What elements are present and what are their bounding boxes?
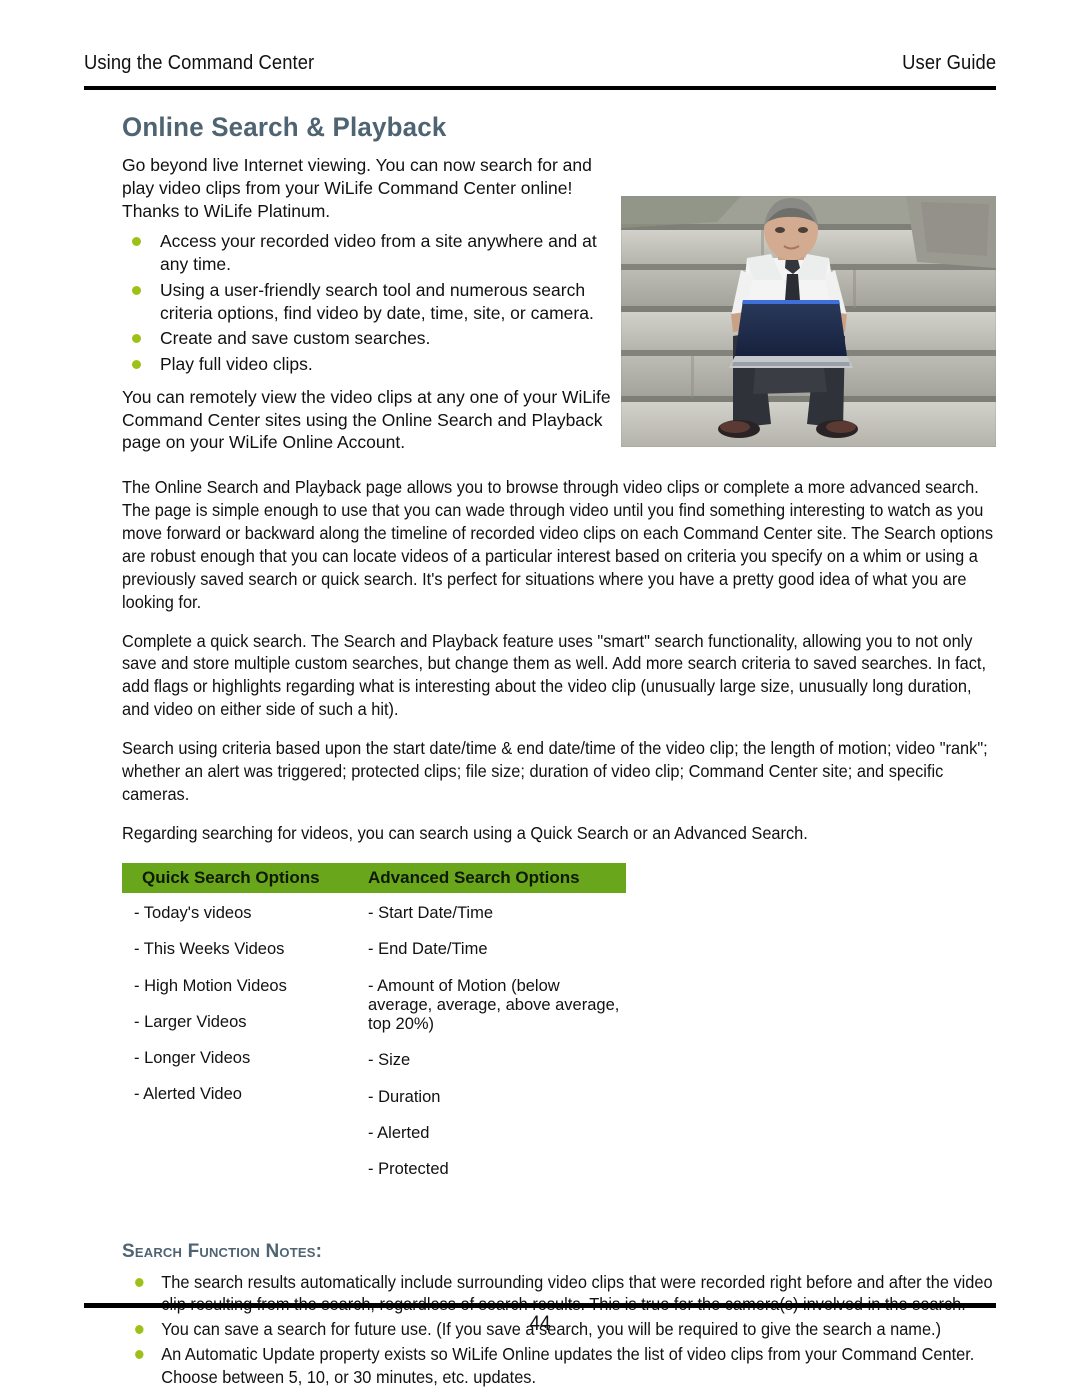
advanced-search-options-column: - Start Date/Time - End Date/Time - Amou… bbox=[354, 904, 626, 1197]
running-header-document-title: User Guide bbox=[902, 52, 996, 74]
list-item-label: Access your recorded video from a site a… bbox=[160, 231, 597, 274]
page-content: Online Search & Playback Go beyond live … bbox=[122, 112, 996, 1398]
bullet-dot-icon bbox=[132, 360, 141, 369]
list-item: Play full video clips. bbox=[122, 353, 620, 376]
intro-closing-paragraph: You can remotely view the video clips at… bbox=[122, 386, 611, 453]
bullet-dot-icon bbox=[132, 285, 141, 295]
list-item: - Size bbox=[368, 1051, 411, 1070]
list-item: - Amount of Motion (below average, avera… bbox=[368, 976, 620, 1034]
list-item-label: Using a user-friendly search tool and nu… bbox=[160, 279, 594, 323]
column-header-quick-search: Quick Search Options bbox=[142, 867, 320, 887]
hero-photo bbox=[621, 196, 996, 447]
body-paragraph-1: The Online Search and Playback page allo… bbox=[122, 477, 994, 612]
list-item: Create and save custom searches. bbox=[122, 327, 620, 350]
list-item: - High Motion Videos bbox=[134, 976, 287, 995]
page-title: Online Search & Playback bbox=[122, 112, 447, 142]
list-item-label: Create and save custom searches. bbox=[160, 328, 431, 349]
table-body: - Today's videos - This Weeks Videos - H… bbox=[122, 893, 626, 1197]
list-item: - Alerted bbox=[368, 1123, 430, 1142]
running-header-chapter-title: Using the Command Center bbox=[84, 52, 315, 74]
list-item-label: Play full video clips. bbox=[160, 354, 313, 374]
search-options-table: Quick Search Options Advanced Search Opt… bbox=[122, 862, 626, 1197]
intro-bullet-list: Access your recorded video from a site a… bbox=[122, 230, 620, 376]
bullet-dot-icon bbox=[135, 1349, 144, 1359]
running-header: Using the Command Center User Guide bbox=[84, 52, 996, 75]
body-section: The Online Search and Playback page allo… bbox=[122, 476, 996, 845]
search-function-notes-heading: Search Function Notes: bbox=[122, 1240, 323, 1262]
list-item: - This Weeks Videos bbox=[134, 940, 285, 959]
intro-section: Go beyond live Internet viewing. You can… bbox=[122, 154, 996, 454]
list-item: - Start Date/Time bbox=[368, 903, 493, 922]
list-item: Using a user-friendly search tool and nu… bbox=[122, 279, 620, 325]
column-header-advanced-search: Advanced Search Options bbox=[368, 867, 580, 887]
body-paragraph-2: Complete a quick search. The Search and … bbox=[122, 630, 987, 720]
list-item: - Protected bbox=[368, 1160, 449, 1179]
list-item: An Automatic Update property exists so W… bbox=[122, 1343, 996, 1389]
list-item: - Today's videos bbox=[134, 903, 252, 922]
footer-divider-rule bbox=[84, 1303, 996, 1308]
list-item: Access your recorded video from a site a… bbox=[122, 230, 620, 276]
list-item: - Alerted Video bbox=[134, 1085, 242, 1104]
document-page: Using the Command Center User Guide Onli… bbox=[0, 0, 1080, 1397]
bullet-dot-icon bbox=[132, 237, 141, 247]
list-item: The search results automatically include… bbox=[122, 1271, 996, 1317]
body-paragraph-3: Search using criteria based upon the sta… bbox=[122, 738, 988, 805]
list-item: - Duration bbox=[368, 1087, 441, 1106]
list-item: - End Date/Time bbox=[368, 940, 488, 959]
list-item: - Larger Videos bbox=[134, 1012, 247, 1031]
quick-search-options-column: - Today's videos - This Weeks Videos - H… bbox=[122, 904, 354, 1197]
intro-column: Go beyond live Internet viewing. You can… bbox=[122, 154, 620, 454]
table-header-row: Quick Search Options Advanced Search Opt… bbox=[122, 862, 626, 893]
intro-paragraph: Go beyond live Internet viewing. You can… bbox=[122, 155, 592, 221]
bullet-dot-icon bbox=[132, 334, 141, 344]
bullet-dot-icon bbox=[135, 1277, 144, 1287]
photo-illustration bbox=[621, 196, 996, 447]
page-number: 44 bbox=[529, 1312, 551, 1335]
header-divider-rule bbox=[84, 86, 996, 90]
body-paragraph-4: Regarding searching for videos, you can … bbox=[122, 822, 808, 843]
list-item-label: An Automatic Update property exists so W… bbox=[161, 1343, 975, 1387]
list-item: - Longer Videos bbox=[134, 1049, 251, 1068]
